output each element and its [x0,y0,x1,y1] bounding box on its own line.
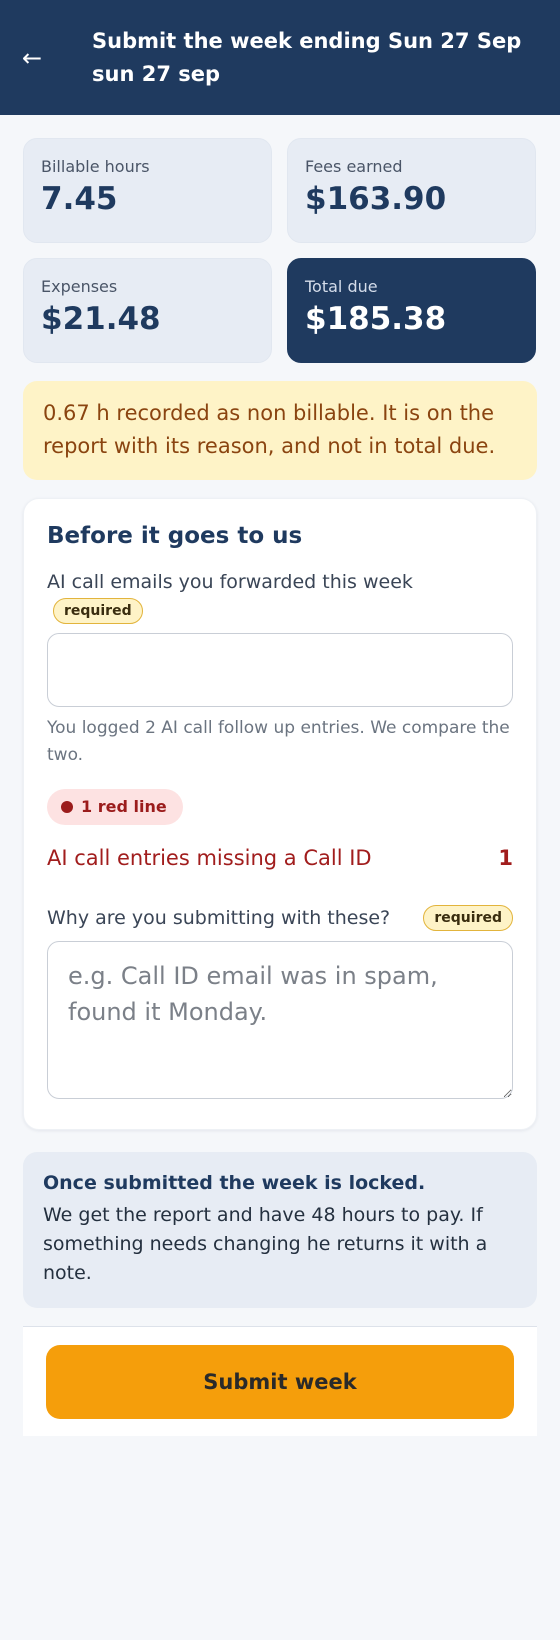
stat-label: Fees earned [305,157,403,176]
submit-week-screen: ← Submit the week ending Sun 27 Sep sun … [0,0,560,1640]
stat-expenses: Expenses $21.48 [23,258,272,363]
page-title-line1: Submit the week ending Sun 27 Sep [92,28,522,53]
why-field-header: Why are you submitting with these? requi… [47,904,513,932]
why-field-label: Why are you submitting with these? [47,907,391,929]
emails-badge-row: required [47,598,513,624]
main-content: Billable hours 7.45 Fees earned $163.90 … [0,115,560,1436]
reason-textarea[interactable] [47,941,513,1099]
stat-total-due: Total due $185.38 [287,258,536,363]
back-button[interactable]: ← [20,28,92,88]
emails-helper-text: You logged 2 AI call follow up entries. … [47,718,510,765]
red-line-label: 1 red line [81,797,167,816]
info-title: Once submitted the week is locked. [43,1172,426,1194]
stat-label: Billable hours [41,157,150,176]
issue-row[interactable]: AI call entries missing a Call ID 1 [47,843,513,873]
stat-billable-hours: Billable hours 7.45 [23,138,272,243]
app-header: ← Submit the week ending Sun 27 Sep sun … [0,0,560,115]
stat-label: Total due [305,277,378,296]
emails-field-label: AI call emails you forwarded this week [47,571,413,593]
page-title: Submit the week ending Sun 27 Sep sun 27… [92,25,522,91]
stat-label: Expenses [41,277,118,296]
stats-grid: Billable hours 7.45 Fees earned $163.90 … [23,138,537,363]
issue-count: 1 [498,846,513,870]
stat-value: $163.90 [305,181,447,217]
action-footer: Submit week [23,1326,537,1436]
stat-fees-earned: Fees earned $163.90 [287,138,536,243]
submit-week-button[interactable]: Submit week [46,1345,514,1419]
info-body: We get the report and have 48 hours to p… [43,1204,488,1284]
card-title: Before it goes to us [47,523,303,549]
pre-submit-card: Before it goes to us AI call emails you … [23,498,537,1130]
red-line-badge: 1 red line [47,789,183,825]
stat-value: $21.48 [41,301,161,337]
lock-info-box: Once submitted the week is locked. We ge… [23,1152,537,1308]
arrow-left-icon: ← [22,43,43,72]
required-badge: required [53,598,143,624]
stat-value: 7.45 [41,181,118,217]
stat-value: $185.38 [305,301,447,337]
dot-icon [61,801,73,813]
page-title-line2: sun 27 sep [92,61,221,86]
issue-label: AI call entries missing a Call ID [47,846,372,870]
notice-text: 0.67 h recorded as non billable. It is o… [43,401,496,458]
non-billable-notice: 0.67 h recorded as non billable. It is o… [23,381,537,480]
emails-count-input[interactable] [47,633,513,707]
required-badge: required [423,905,513,931]
